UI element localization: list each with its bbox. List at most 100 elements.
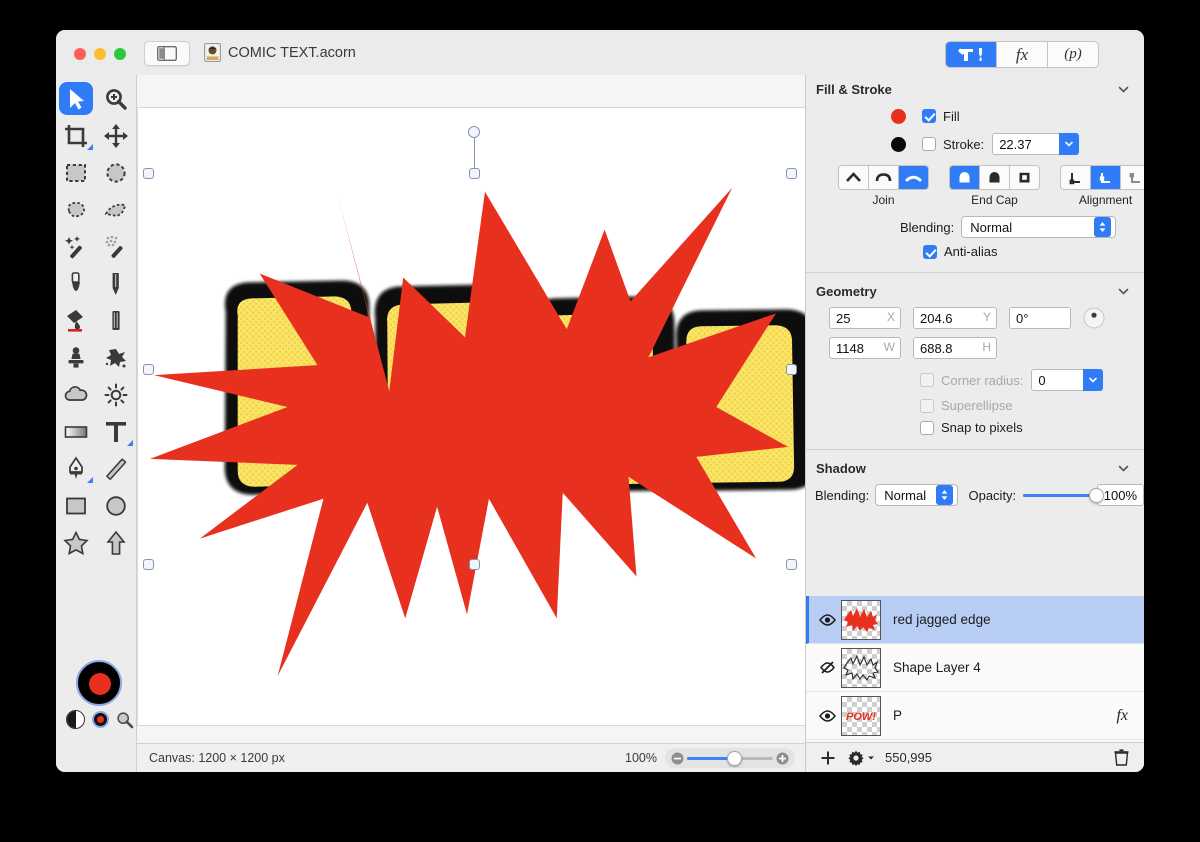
selection-handle-bottom-center[interactable] — [469, 559, 480, 570]
endcap-round-option[interactable] — [950, 166, 980, 189]
selection-handle-middle-left[interactable] — [143, 364, 154, 375]
layers-list[interactable]: red jagged edge Shape Layer 4 POW! P fx — [806, 596, 1144, 743]
transform-tool[interactable] — [96, 117, 136, 154]
geometry-rotation-field[interactable]: 0° — [1009, 307, 1071, 329]
magic-wand-tool[interactable] — [56, 228, 96, 265]
chevron-down-icon[interactable] — [1117, 462, 1130, 475]
minimize-button[interactable] — [94, 48, 106, 60]
pencil-tool[interactable] — [96, 265, 136, 302]
text-submenu-indicator[interactable] — [127, 440, 133, 446]
layer-row-p[interactable]: POW! P fx — [806, 692, 1144, 740]
selection-handle-top-center[interactable] — [469, 168, 480, 179]
loupe-icon[interactable] — [116, 711, 134, 729]
chevron-down-icon[interactable] — [867, 755, 875, 761]
tab-effects[interactable]: fx — [997, 42, 1048, 67]
geometry-w-field[interactable]: 1148 W — [829, 337, 901, 359]
plus-circle-icon[interactable] — [776, 752, 789, 765]
shadow-blending-popup[interactable]: Normal — [875, 484, 959, 506]
brush-tool[interactable] — [56, 265, 96, 302]
geometry-h-field[interactable]: 688.8 H — [913, 337, 997, 359]
chevron-down-icon[interactable] — [1117, 285, 1130, 298]
text-tool[interactable] — [96, 413, 136, 450]
layer-visibility-toggle[interactable] — [816, 613, 838, 626]
selection-handle-bottom-left[interactable] — [143, 559, 154, 570]
join-bevel-option[interactable] — [899, 166, 928, 189]
layer-row-shape-layer-4[interactable]: Shape Layer 4 — [806, 644, 1144, 692]
plus-icon[interactable] — [820, 750, 836, 766]
minus-circle-icon[interactable] — [671, 752, 684, 765]
join-miter-option[interactable] — [839, 166, 869, 189]
crop-tool[interactable] — [56, 117, 96, 154]
gradient-tool[interactable] — [56, 413, 96, 450]
alignment-outside-option[interactable] — [1121, 166, 1144, 189]
black-white-swatch-icon[interactable] — [66, 710, 85, 729]
selection-handle-middle-right[interactable] — [786, 364, 797, 375]
geometry-x-field[interactable]: 25 X — [829, 307, 901, 329]
tab-palette[interactable]: (p) — [1048, 42, 1098, 67]
rectangle-tool[interactable] — [56, 487, 96, 524]
selection-handle-top-right[interactable] — [786, 168, 797, 179]
fill-color-swatch[interactable] — [891, 108, 906, 124]
dodge-tool[interactable] — [96, 376, 136, 413]
ellipse-tool[interactable] — [96, 487, 136, 524]
selection-handle-bottom-right[interactable] — [786, 559, 797, 570]
polygonal-lasso-tool[interactable] — [96, 191, 136, 228]
elliptical-select-tool[interactable] — [96, 154, 136, 191]
blur-tool[interactable] — [56, 376, 96, 413]
stroke-checkbox[interactable] — [922, 137, 936, 151]
sidebar-toggle-button[interactable] — [144, 41, 190, 66]
layer-visibility-toggle[interactable] — [816, 661, 838, 674]
shadow-opacity-slider[interactable] — [1023, 487, 1105, 503]
tab-tools[interactable] — [946, 42, 997, 67]
magnifier-plus-icon — [106, 88, 127, 110]
fill-checkbox[interactable] — [922, 109, 936, 123]
lasso-tool[interactable] — [56, 191, 96, 228]
eraser-tool[interactable] — [96, 302, 136, 339]
clone-stamp-tool[interactable] — [56, 339, 96, 376]
crop-submenu-indicator[interactable] — [87, 144, 93, 150]
layer-fx-badge[interactable]: fx — [1116, 707, 1128, 725]
zoom-button[interactable] — [114, 48, 126, 60]
rotation-handle[interactable] — [468, 126, 480, 138]
paint-bucket-tool[interactable] — [56, 302, 96, 339]
rotation-dial-icon[interactable] — [1083, 307, 1105, 329]
stroke-width-field[interactable]: 22.37 — [992, 133, 1060, 155]
join-round-option[interactable] — [869, 166, 899, 189]
antialias-checkbox[interactable] — [923, 244, 937, 259]
snap-to-pixels-checkbox[interactable] — [920, 420, 934, 435]
zoom-slider[interactable] — [665, 748, 795, 768]
geometry-section-header[interactable]: Geometry — [806, 277, 1144, 305]
bezier-pen-tool[interactable] — [56, 450, 96, 487]
foreground-background-color-well[interactable] — [76, 660, 122, 706]
zoom-tool[interactable] — [96, 80, 136, 117]
endcap-square-option[interactable] — [1010, 166, 1039, 189]
alignment-inside-option[interactable] — [1061, 166, 1091, 189]
alignment-center-option[interactable] — [1091, 166, 1121, 189]
endcap-butt-option[interactable] — [980, 166, 1010, 189]
geometry-y-field[interactable]: 204.6 Y — [913, 307, 997, 329]
stroke-width-dropdown[interactable] — [1059, 133, 1080, 155]
trash-icon[interactable] — [1114, 749, 1129, 766]
move-tool[interactable] — [56, 80, 96, 117]
color-well-icon[interactable] — [92, 711, 109, 728]
selection-handle-top-left[interactable] — [143, 168, 154, 179]
layer-row-red-jagged-edge[interactable]: red jagged edge — [806, 596, 1144, 644]
instant-alpha-tool[interactable] — [96, 228, 136, 265]
arrow-shape-tool[interactable] — [96, 524, 136, 561]
stroke-color-swatch[interactable] — [891, 136, 906, 152]
shadow-section-header[interactable]: Shadow — [806, 454, 1144, 482]
fill-blending-popup[interactable]: Normal — [961, 216, 1117, 238]
canvas-paper[interactable] — [137, 107, 805, 726]
layer-visibility-toggle[interactable] — [816, 709, 838, 722]
gear-icon[interactable] — [848, 750, 864, 766]
align-inside-icon — [1069, 172, 1080, 184]
canvas-scroll-area[interactable] — [137, 75, 805, 744]
close-button[interactable] — [74, 48, 86, 60]
rectangular-select-tool[interactable] — [56, 154, 96, 191]
line-tool[interactable] — [96, 450, 136, 487]
pen-submenu-indicator[interactable] — [87, 477, 93, 483]
chevron-down-icon[interactable] — [1117, 83, 1130, 96]
fill-stroke-section-header[interactable]: Fill & Stroke — [806, 75, 1144, 103]
star-tool[interactable] — [56, 524, 96, 561]
smudge-tool[interactable] — [96, 339, 136, 376]
